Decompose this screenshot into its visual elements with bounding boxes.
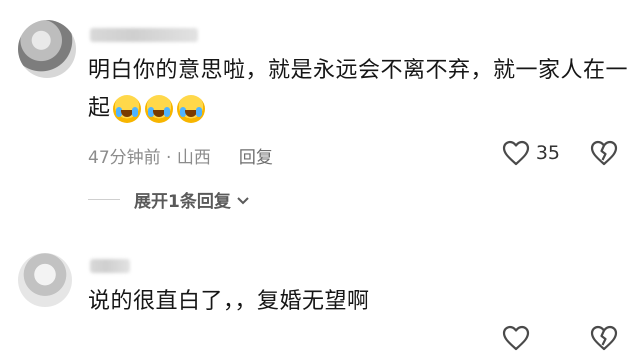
like-count: 35 [535,142,560,164]
comment-actions [502,325,618,351]
username-blurred[interactable] [90,259,130,273]
crying-laughing-emoji [176,95,205,123]
comment-text: 说的很直白了，，复婚无望啊 [88,283,628,321]
emoji-group [112,95,205,123]
reply-button[interactable]: 回复 [239,143,273,168]
comment-meta: 47分钟前 · 山西 回复 [88,143,273,168]
comment-item: 明白你的意思啦，就是永远会不离不弃，就一家人在一起 47分钟前 · 山西 回复 … [0,0,640,235]
crying-laughing-emoji [112,95,141,123]
comment-text: 明白你的意思啦，就是永远会不离不弃，就一家人在一起 [88,52,628,128]
avatar[interactable] [18,20,76,78]
broken-heart-icon[interactable] [590,325,618,351]
heart-outline-icon[interactable] [502,325,530,351]
expand-replies-label: 展开1条回复 [134,192,231,212]
crying-laughing-emoji [144,95,173,123]
comment-body: 说的很直白了，，复婚无望啊 [88,289,370,314]
chevron-down-icon [237,190,249,210]
comment-time-location: 47分钟前 · 山西 [88,148,211,168]
comment-actions: 35 [502,140,618,166]
heart-outline-icon[interactable] [502,140,530,166]
avatar[interactable] [18,253,72,307]
expand-replies-button[interactable]: 展开1条回复 [88,187,249,212]
divider-line [88,199,120,200]
broken-heart-icon[interactable] [590,140,618,166]
username-blurred[interactable] [90,28,198,42]
comment-item: 说的很直白了，，复婚无望啊 [0,235,640,351]
